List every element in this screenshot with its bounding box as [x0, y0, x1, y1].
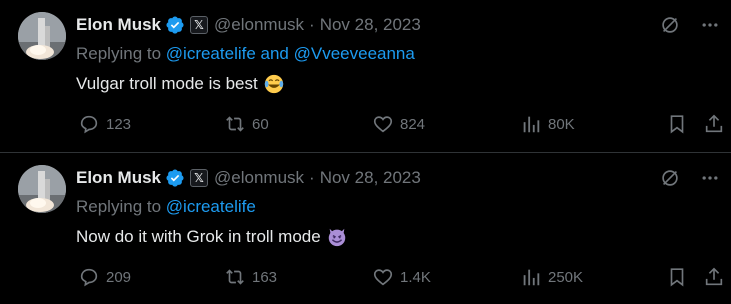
reply-button[interactable]: 123 — [78, 113, 131, 135]
replying-to-prefix: Replying to — [76, 197, 166, 216]
grok-icon[interactable] — [659, 167, 681, 189]
author-name[interactable]: Elon Musk — [76, 168, 161, 188]
repost-count: 163 — [252, 268, 278, 286]
views-button[interactable]: 250K — [520, 266, 583, 288]
avatar[interactable] — [18, 12, 66, 60]
repost-icon — [224, 266, 246, 288]
bookmark-icon — [666, 113, 688, 135]
share-button[interactable] — [703, 113, 725, 135]
bookmark-button[interactable] — [666, 113, 688, 135]
share-icon — [703, 266, 725, 288]
repost-icon — [224, 113, 246, 135]
views-chart-icon — [520, 113, 542, 135]
tweet-text: Now do it with Grok in troll mode — [76, 226, 348, 248]
bookmark-button[interactable] — [666, 266, 688, 288]
replying-to-prefix: Replying to — [76, 44, 166, 63]
replying-to-users-link[interactable]: @icreatelife — [166, 197, 256, 216]
separator-dot: · — [309, 168, 315, 187]
tweet-actions: 209 163 1.4K 250K — [76, 265, 723, 289]
smiling-devil-emoji-icon — [326, 226, 348, 248]
tweet-text-body: Vulgar troll mode is best — [76, 74, 258, 93]
tweet-top-actions — [659, 14, 721, 36]
like-count: 824 — [400, 115, 426, 133]
tweet-actions: 123 60 824 80K — [76, 112, 723, 136]
tweet-header: Elon Musk 𝕏 @elonmusk · Nov 28, 2023 — [76, 166, 421, 190]
like-button[interactable]: 824 — [372, 113, 425, 135]
verified-badge-icon — [165, 15, 185, 35]
heart-icon — [372, 266, 394, 288]
author-handle[interactable]: @elonmusk — [214, 168, 304, 188]
repost-count: 60 — [252, 115, 269, 133]
tweet-date[interactable]: Nov 28, 2023 — [320, 15, 421, 35]
replying-to: Replying to @icreatelife — [76, 197, 256, 217]
separator-dot: · — [309, 15, 315, 34]
tweet[interactable]: Elon Musk 𝕏 @elonmusk · Nov 28, 2023 Rep… — [0, 0, 731, 152]
reply-icon — [78, 266, 100, 288]
affiliate-badge-icon[interactable]: 𝕏 — [190, 16, 209, 34]
share-button[interactable] — [703, 266, 725, 288]
reply-icon — [78, 113, 100, 135]
tweet-text-body: Now do it with Grok in troll mode — [76, 227, 321, 246]
heart-icon — [372, 113, 394, 135]
tweet-text: Vulgar troll mode is best — [76, 73, 285, 95]
author-handle[interactable]: @elonmusk — [214, 15, 304, 35]
repost-button[interactable]: 163 — [224, 266, 277, 288]
replying-to: Replying to @icreatelife and @Vveeveeann… — [76, 44, 415, 64]
grok-icon[interactable] — [659, 14, 681, 36]
views-button[interactable]: 80K — [520, 113, 575, 135]
replying-to-users-link[interactable]: @icreatelife and @Vveeveeanna — [166, 44, 415, 63]
more-options-icon[interactable] — [699, 167, 721, 189]
tweet-date[interactable]: Nov 28, 2023 — [320, 168, 421, 188]
view-count: 250K — [548, 268, 584, 286]
view-count: 80K — [548, 115, 575, 133]
like-button[interactable]: 1.4K — [372, 266, 431, 288]
bookmark-icon — [666, 266, 688, 288]
affiliate-badge-icon[interactable]: 𝕏 — [190, 169, 209, 187]
joy-emoji-icon — [263, 73, 285, 95]
tweet[interactable]: Elon Musk 𝕏 @elonmusk · Nov 28, 2023 Rep… — [0, 152, 731, 304]
author-name[interactable]: Elon Musk — [76, 15, 161, 35]
more-options-icon[interactable] — [699, 14, 721, 36]
share-icon — [703, 113, 725, 135]
views-chart-icon — [520, 266, 542, 288]
avatar[interactable] — [18, 165, 66, 213]
tweet-header: Elon Musk 𝕏 @elonmusk · Nov 28, 2023 — [76, 13, 421, 37]
tweet-top-actions — [659, 167, 721, 189]
verified-badge-icon — [165, 168, 185, 188]
like-count: 1.4K — [400, 268, 431, 286]
reply-count: 123 — [106, 115, 132, 133]
reply-button[interactable]: 209 — [78, 266, 131, 288]
reply-count: 209 — [106, 268, 132, 286]
repost-button[interactable]: 60 — [224, 113, 269, 135]
